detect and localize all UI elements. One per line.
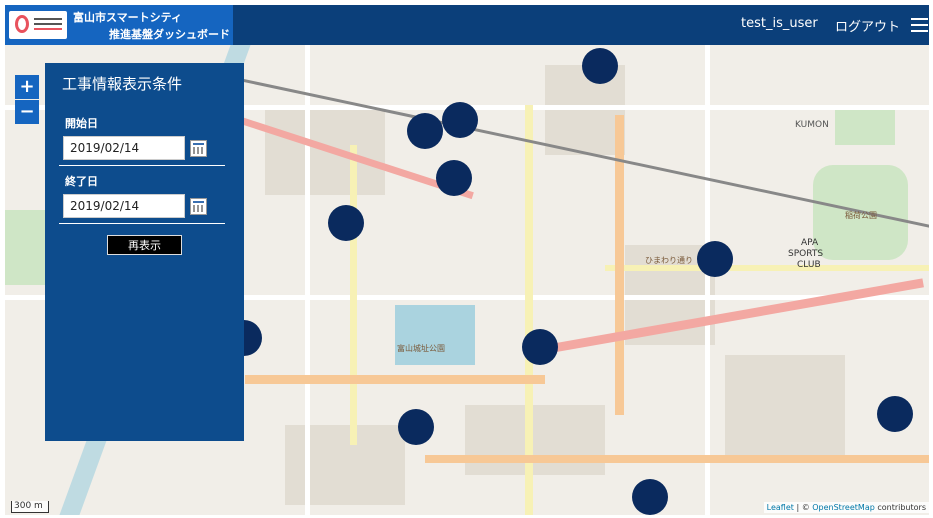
road — [350, 145, 357, 445]
zoom-in-button[interactable]: + — [15, 75, 39, 99]
hamburger-icon[interactable] — [911, 18, 928, 32]
zoom-out-button[interactable]: − — [15, 100, 39, 124]
block — [725, 355, 845, 455]
construction-marker[interactable] — [877, 396, 913, 432]
place-label: ひまわり通り — [645, 256, 693, 265]
construction-marker[interactable] — [632, 479, 668, 515]
road — [245, 375, 545, 384]
logo-text-lines — [34, 18, 62, 20]
road — [525, 105, 533, 515]
block — [545, 65, 625, 155]
park-area — [835, 105, 895, 145]
brand-block[interactable]: 富山市スマートシティ 推進基盤ダッシュボード — [5, 5, 233, 45]
calendar-icon[interactable] — [190, 198, 207, 215]
start-date-label: 開始日 — [65, 117, 98, 130]
block — [465, 405, 605, 475]
place-label: SPORTS — [788, 249, 824, 259]
place-label: CLUB — [797, 260, 821, 270]
divider — [59, 165, 225, 166]
app-frame: 富山市スマートシティ 推進基盤ダッシュボード test_is_user ログアウ… — [5, 5, 929, 515]
osm-link[interactable]: OpenStreetMap — [812, 503, 875, 512]
leaflet-link[interactable]: Leaflet — [767, 503, 794, 512]
road — [305, 45, 310, 515]
divider — [59, 223, 225, 224]
app-header: 富山市スマートシティ 推進基盤ダッシュボード test_is_user ログアウ… — [5, 5, 929, 45]
filter-panel: 工事情報表示条件 開始日 2019/02/14 終了日 2019/02/14 再… — [45, 63, 244, 441]
logo-mark-icon — [15, 15, 29, 33]
block — [285, 425, 405, 505]
zoom-control: + − — [15, 75, 39, 125]
end-date-input[interactable]: 2019/02/14 — [63, 194, 185, 218]
filter-panel-title: 工事情報表示条件 — [62, 75, 183, 93]
construction-marker[interactable] — [522, 329, 558, 365]
start-date-input[interactable]: 2019/02/14 — [63, 136, 185, 160]
logout-link[interactable]: ログアウト — [835, 16, 900, 35]
road — [705, 45, 710, 515]
calendar-icon[interactable] — [190, 140, 207, 157]
app-title-line2: 推進基盤ダッシュボード — [109, 28, 230, 41]
map-attribution: Leaflet | © OpenStreetMap contributors — [763, 502, 929, 513]
construction-marker[interactable] — [407, 113, 443, 149]
place-label: APA — [801, 238, 819, 248]
moat — [395, 305, 475, 365]
end-date-label: 終了日 — [65, 175, 98, 188]
scale-bar: 300 m — [11, 501, 49, 513]
construction-marker[interactable] — [398, 409, 434, 445]
place-label: 富山城址公園 — [397, 344, 445, 353]
road — [544, 278, 924, 354]
construction-marker[interactable] — [697, 241, 733, 277]
construction-marker[interactable] — [442, 102, 478, 138]
park-area — [5, 210, 47, 285]
construction-marker[interactable] — [328, 205, 364, 241]
place-label: KUMON — [795, 120, 829, 130]
app-title-line1: 富山市スマートシティ — [73, 11, 183, 24]
construction-marker[interactable] — [582, 48, 618, 84]
current-user: test_is_user — [741, 16, 818, 31]
construction-marker[interactable] — [436, 160, 472, 196]
attribution-tail: contributors — [874, 503, 926, 512]
road — [425, 455, 929, 463]
map-area[interactable]: KUMON 稲荷公園 APA SPORTS CLUB 富山城址公園 ひまわり通り… — [5, 45, 929, 515]
city-logo — [9, 11, 67, 39]
redisplay-button[interactable]: 再表示 — [107, 235, 182, 255]
place-label: 稲荷公園 — [845, 211, 877, 220]
attribution-separator: | © — [793, 503, 813, 512]
